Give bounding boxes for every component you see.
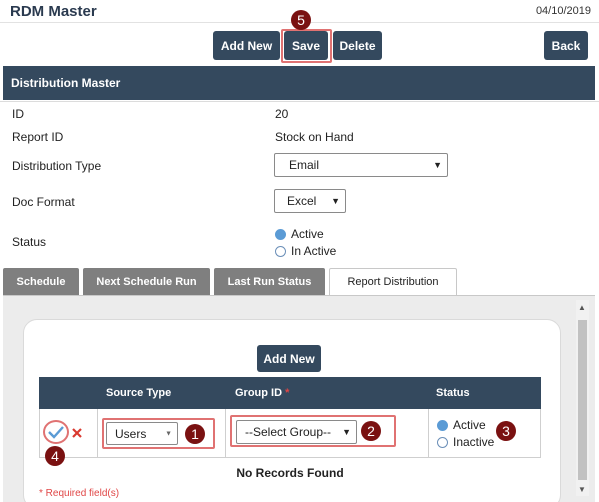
report-id-label: Report ID <box>12 130 64 144</box>
report-id-value: Stock on Hand <box>275 130 354 144</box>
close-icon[interactable] <box>71 427 83 439</box>
column-divider <box>428 409 429 458</box>
panel-divider <box>0 101 599 102</box>
distribution-type-select[interactable]: Email ▼ <box>274 153 448 177</box>
distribution-add-new-button[interactable]: Add New <box>257 345 321 372</box>
radio-unselected-icon <box>437 436 448 448</box>
col-group-id: Group ID * <box>235 377 289 409</box>
col-group-id-label: Group ID <box>235 387 283 399</box>
distribution-type-value: Email <box>289 158 320 172</box>
back-button[interactable]: Back <box>544 31 588 60</box>
id-value: 20 <box>275 107 289 121</box>
required-fields-note: * Required field(s) <box>39 488 120 499</box>
radio-selected-icon <box>437 419 448 431</box>
radio-selected-icon <box>275 228 286 240</box>
step-marker-5: 5 <box>291 10 311 30</box>
row-status-active-label: Active <box>453 418 486 432</box>
row-status-inactive-label: Inactive <box>453 435 495 449</box>
check-icon[interactable] <box>47 425 65 439</box>
step-marker-2: 2 <box>361 421 381 441</box>
doc-format-value: Excel <box>287 194 317 208</box>
no-records-message: No Records Found <box>236 466 344 480</box>
required-mark: * <box>285 387 290 399</box>
scroll-down-icon[interactable]: ▼ <box>578 485 586 494</box>
col-status: Status <box>436 387 470 399</box>
status-inactive-radio[interactable]: In Active <box>275 244 336 258</box>
status-active-label: Active <box>291 227 324 241</box>
scroll-up-icon[interactable]: ▲ <box>578 303 586 312</box>
step-marker-1: 1 <box>185 424 205 444</box>
row-status-active-radio[interactable]: Active <box>437 418 486 432</box>
chevron-down-icon: ▼ <box>433 160 442 170</box>
doc-format-label: Doc Format <box>12 195 75 209</box>
col-source-type: Source Type <box>106 387 172 399</box>
chevron-down-icon: ▼ <box>342 427 351 437</box>
row-status-inactive-radio[interactable]: Inactive <box>437 435 494 449</box>
step-marker-3: 3 <box>496 421 516 441</box>
step-marker-4: 4 <box>45 446 65 466</box>
column-divider <box>97 409 98 458</box>
status-inactive-label: In Active <box>291 244 337 258</box>
radio-unselected-icon <box>275 245 286 257</box>
delete-button[interactable]: Delete <box>333 31 382 60</box>
tab-report-distribution[interactable]: Report Distribution <box>329 268 457 295</box>
tab-next-schedule-run[interactable]: Next Schedule Run <box>83 268 210 295</box>
app-title: RDM Master <box>10 3 97 20</box>
add-new-button[interactable]: Add New <box>213 31 280 60</box>
group-id-placeholder: --Select Group-- <box>245 425 332 439</box>
column-divider <box>225 409 226 458</box>
source-type-select[interactable]: Users ▼ <box>106 422 178 445</box>
tab-last-run-status[interactable]: Last Run Status <box>214 268 325 295</box>
source-type-value: Users <box>115 426 147 441</box>
status-active-radio[interactable]: Active <box>275 227 324 241</box>
group-id-select[interactable]: --Select Group-- ▼ <box>236 420 357 444</box>
distribution-type-label: Distribution Type <box>12 159 102 173</box>
id-label: ID <box>12 107 24 121</box>
panel-title: Distribution Master <box>3 66 595 100</box>
status-label: Status <box>12 235 47 249</box>
save-button[interactable]: Save <box>284 31 328 60</box>
tab-schedule[interactable]: Schedule <box>3 268 79 295</box>
chevron-down-icon: ▼ <box>331 196 340 206</box>
scrollbar-thumb[interactable] <box>578 320 587 480</box>
doc-format-select[interactable]: Excel ▼ <box>274 189 346 213</box>
chevron-down-icon: ▼ <box>165 430 172 437</box>
app-date: 04/10/2019 <box>535 5 591 17</box>
